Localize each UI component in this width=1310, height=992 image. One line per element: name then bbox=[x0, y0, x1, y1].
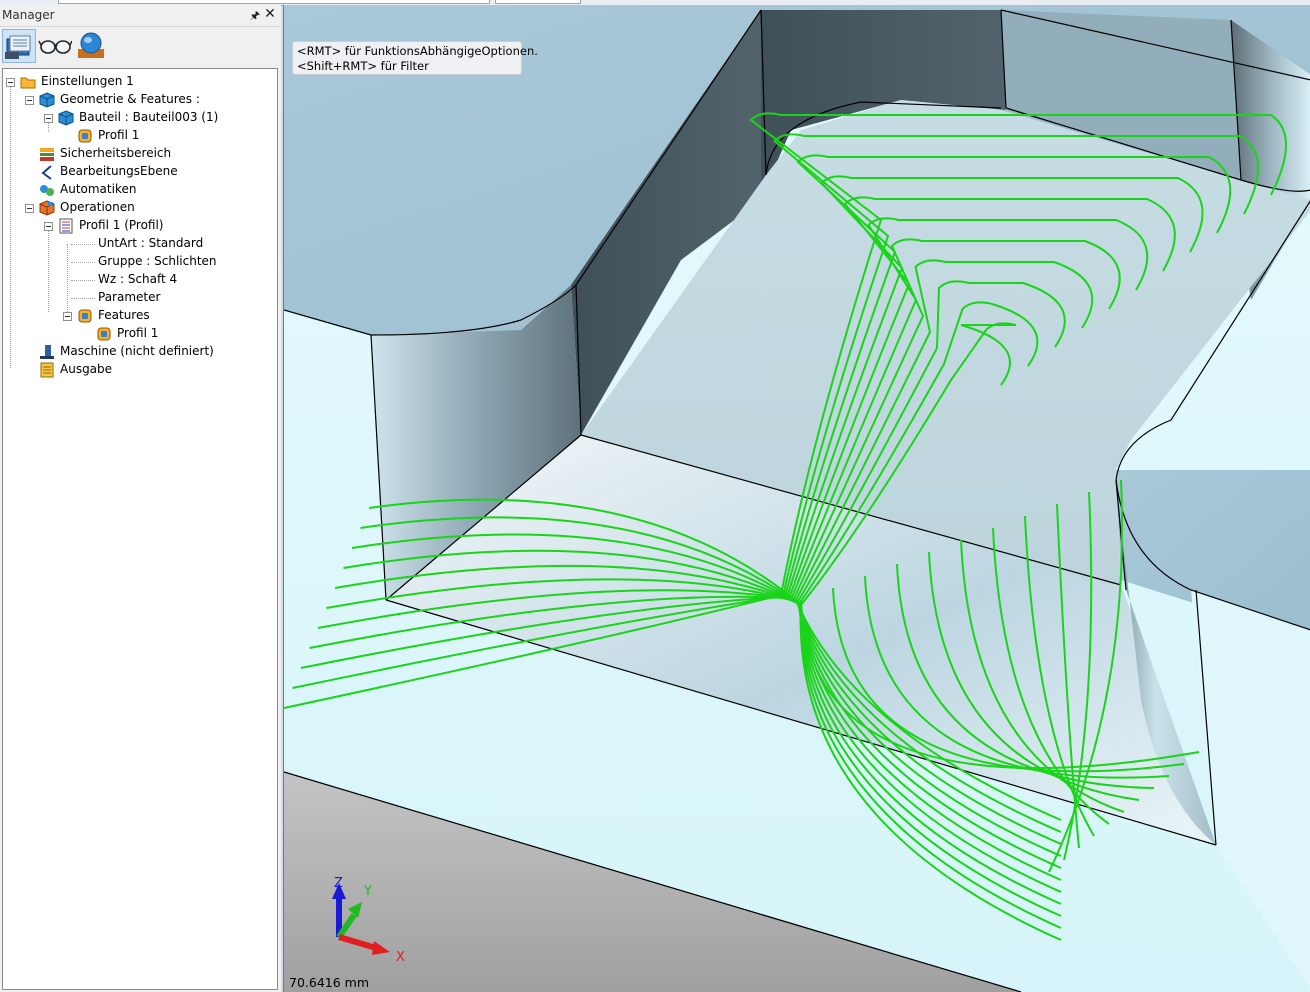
work-plane-axes-icon bbox=[41, 165, 52, 180]
simulation-globe-icon bbox=[78, 32, 104, 58]
geometry-cube-icon bbox=[39, 92, 55, 108]
tree-item-features[interactable]: Features bbox=[3, 307, 273, 325]
tree-label: Profil 1 bbox=[98, 128, 140, 142]
manager-title-bar: Manager 🖈 ✕ bbox=[0, 5, 281, 27]
view-glasses-icon bbox=[38, 40, 73, 54]
features-icon bbox=[78, 309, 92, 323]
manager-panel: Manager 🖈 ✕ Einstellungen 1 Geometrie & … bbox=[0, 5, 281, 992]
z-axis-label: Z bbox=[334, 876, 343, 891]
tree-item-werkzeug[interactable]: Wz : Schaft 4 bbox=[3, 271, 273, 289]
tree-label: Operationen bbox=[60, 200, 135, 214]
tree-label: Bauteil : Bauteil003 (1) bbox=[79, 110, 219, 124]
manager-toolbar bbox=[0, 27, 281, 67]
tree-item-bauteil[interactable]: Bauteil : Bauteil003 (1) bbox=[3, 109, 273, 127]
tree-item-maschine[interactable]: Maschine (nicht definiert) bbox=[3, 343, 273, 361]
tree-item-untart[interactable]: UntArt : Standard bbox=[3, 235, 273, 253]
tree-label: Einstellungen 1 bbox=[41, 74, 134, 88]
profile-feature-icon bbox=[78, 129, 92, 143]
tree-label: UntArt : Standard bbox=[98, 236, 204, 250]
collapse-toggle[interactable] bbox=[44, 222, 53, 231]
tree-label: Automatiken bbox=[60, 182, 137, 196]
tree-label: Features bbox=[98, 308, 150, 322]
automation-gears-icon bbox=[40, 185, 54, 196]
tree-label: Maschine (nicht definiert) bbox=[60, 344, 214, 358]
tree-label: Ausgabe bbox=[60, 362, 113, 376]
measure-readout: 70.6416 mm bbox=[289, 975, 370, 990]
collapse-toggle[interactable] bbox=[44, 114, 53, 123]
hint-line-filter: <Shift+RMT> für Filter bbox=[297, 59, 429, 73]
manager-title: Manager bbox=[2, 8, 55, 22]
simulation-globe-button[interactable] bbox=[74, 29, 108, 63]
output-document-icon bbox=[40, 362, 54, 378]
tree-item-automatiken[interactable]: Automatiken bbox=[3, 181, 273, 199]
project-tree-button[interactable] bbox=[2, 29, 36, 63]
tree-item-profil-feature[interactable]: Profil 1 bbox=[3, 325, 273, 343]
machine-icon bbox=[40, 345, 54, 359]
part-cube-icon bbox=[58, 110, 74, 126]
profile-feature-icon bbox=[97, 327, 111, 341]
operation-list-icon bbox=[59, 218, 73, 234]
tree-item-geometrie[interactable]: Geometrie & Features : bbox=[3, 91, 273, 109]
cad-scene bbox=[284, 5, 1310, 992]
pin-icon[interactable]: 🖈 bbox=[248, 7, 262, 22]
document-tab[interactable] bbox=[58, 0, 490, 4]
project-tree-icon bbox=[5, 35, 31, 59]
collapse-toggle[interactable] bbox=[25, 96, 34, 105]
project-tree: Einstellungen 1 Geometrie & Features : B… bbox=[2, 68, 278, 990]
tree-label: Gruppe : Schlichten bbox=[98, 254, 217, 268]
tree-label: Profil 1 bbox=[117, 326, 159, 340]
x-axis-label: X bbox=[396, 950, 405, 965]
tree-item-parameter[interactable]: Parameter bbox=[3, 289, 273, 307]
tree-item-bearbeitungsebene[interactable]: BearbeitungsEbene bbox=[3, 163, 273, 181]
collapse-toggle[interactable] bbox=[6, 78, 15, 87]
tree-item-sicherheitsbereich[interactable]: Sicherheitsbereich bbox=[3, 145, 273, 163]
y-axis-label: Y bbox=[363, 884, 372, 899]
close-icon[interactable]: ✕ bbox=[263, 6, 277, 22]
collapse-toggle[interactable] bbox=[25, 204, 34, 213]
3d-viewport[interactable]: <RMT> für FunktionsAbhängigeOptionen. <S… bbox=[283, 5, 1310, 992]
folder-icon bbox=[20, 77, 36, 89]
operations-box-icon bbox=[39, 200, 55, 216]
axis-triad: Z Y X bbox=[332, 876, 405, 965]
tree-item-einstellungen[interactable]: Einstellungen 1 bbox=[3, 73, 273, 91]
tree-label: Geometrie & Features : bbox=[60, 92, 200, 106]
mouse-hint-tooltip: <RMT> für FunktionsAbhängigeOptionen. <S… bbox=[292, 41, 538, 75]
x-axis-arrow bbox=[372, 941, 390, 955]
tree-item-profil-geometry[interactable]: Profil 1 bbox=[3, 127, 273, 145]
tree-item-operationen[interactable]: Operationen bbox=[3, 199, 273, 217]
safety-zone-icon bbox=[40, 148, 54, 161]
tree-label: Profil 1 (Profil) bbox=[79, 218, 164, 232]
tree-item-ausgabe[interactable]: Ausgabe bbox=[3, 361, 273, 379]
tree-item-profil-operation[interactable]: Profil 1 (Profil) bbox=[3, 217, 273, 235]
tree-label: Wz : Schaft 4 bbox=[98, 272, 178, 286]
view-glasses-button[interactable] bbox=[38, 29, 73, 63]
tree-item-gruppe[interactable]: Gruppe : Schlichten bbox=[3, 253, 273, 271]
document-tab[interactable] bbox=[495, 0, 581, 4]
collapse-toggle[interactable] bbox=[63, 312, 72, 321]
tree-label: BearbeitungsEbene bbox=[60, 164, 178, 178]
tree-label: Sicherheitsbereich bbox=[60, 146, 172, 160]
tree-label: Parameter bbox=[98, 290, 161, 304]
hint-line-rmt: <RMT> für FunktionsAbhängigeOptionen. bbox=[297, 44, 538, 58]
